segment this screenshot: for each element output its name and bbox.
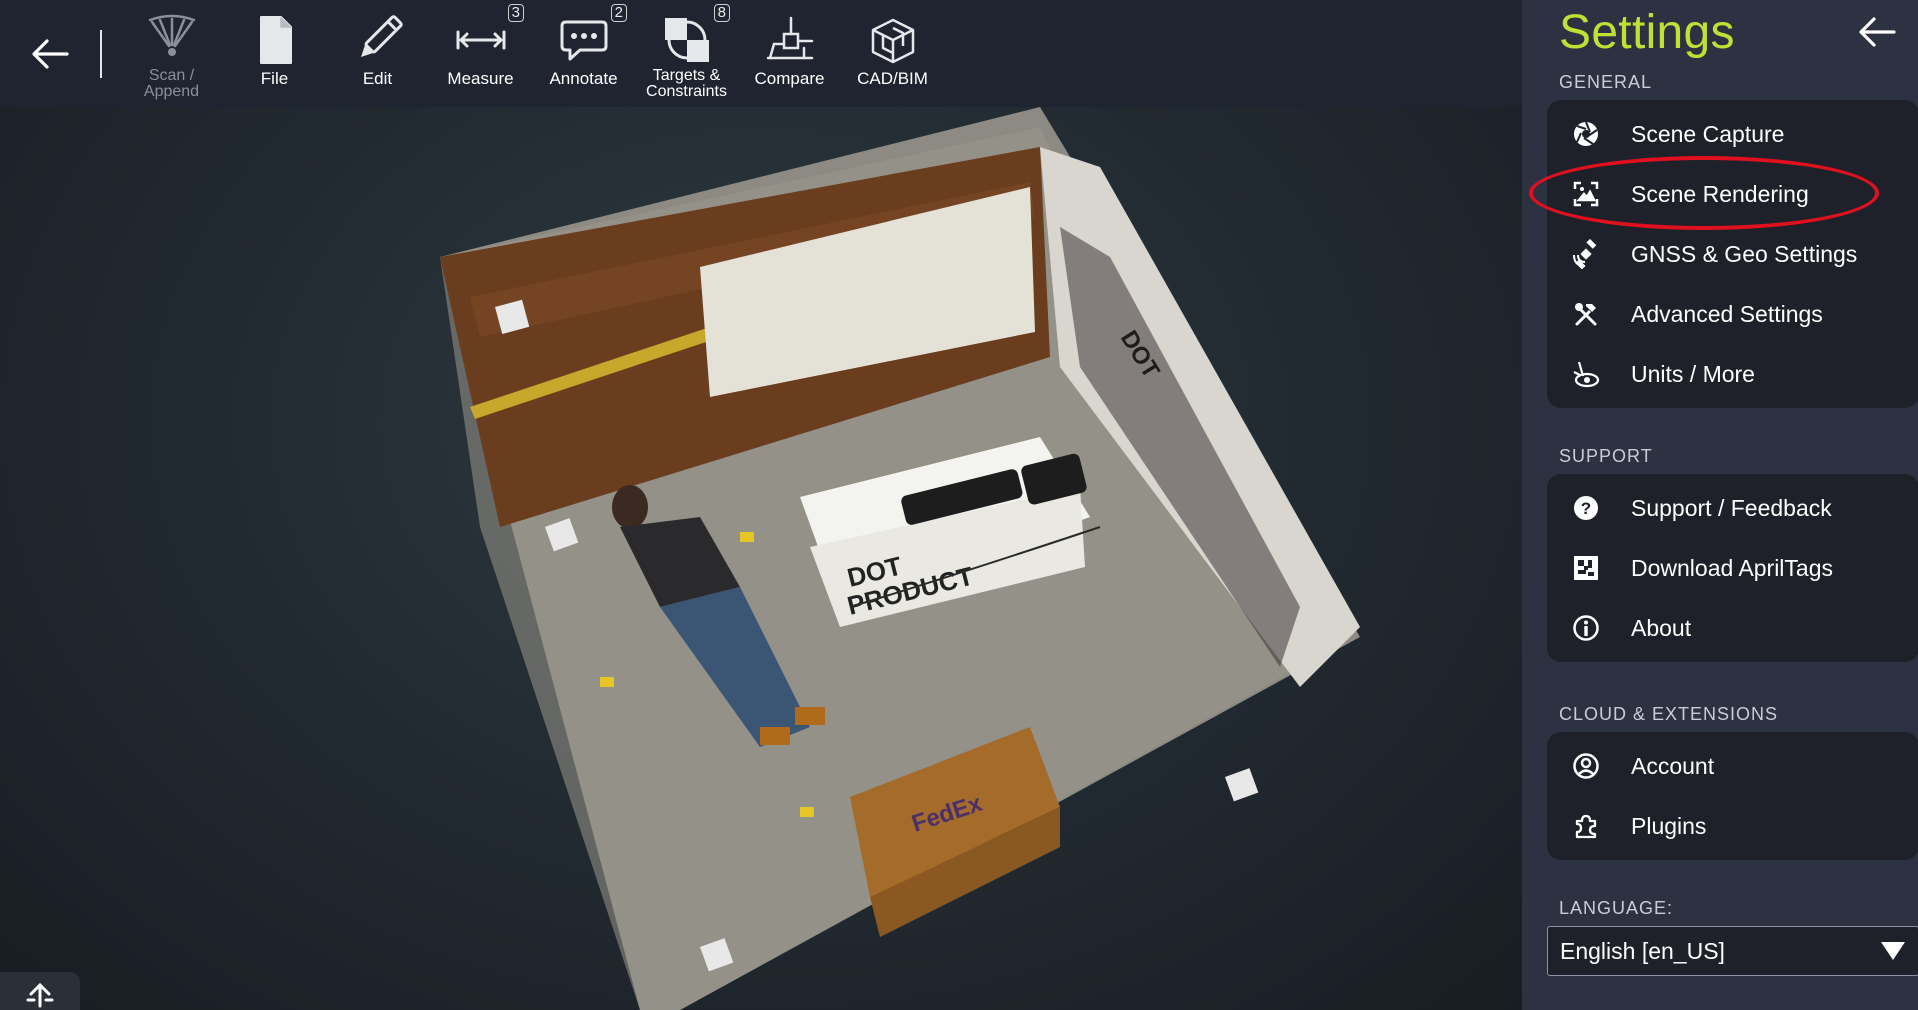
menu-item-label: About — [1631, 614, 1692, 641]
menu-item-label: Advanced Settings — [1631, 300, 1823, 327]
targets-count-badge: 8 — [713, 4, 730, 22]
measure-button[interactable]: 3 Measure — [429, 0, 532, 107]
settings-panel: Settings GENERAL Scene Capture Scene Ren… — [1522, 0, 1918, 1010]
support-group: ? Support / Feedback Download AprilTags … — [1547, 474, 1918, 662]
menu-item-label: Support / Feedback — [1631, 494, 1832, 521]
settings-title: Settings — [1559, 5, 1735, 59]
menu-item-plugins[interactable]: Plugins — [1547, 796, 1918, 856]
targets-constraints-button[interactable]: 8 Targets & Constraints — [635, 0, 738, 107]
menu-item-label: Units / More — [1631, 360, 1755, 387]
menu-item-label: Download AprilTags — [1631, 554, 1834, 581]
menu-item-label: GNSS & Geo Settings — [1631, 240, 1858, 267]
satellite-icon — [1569, 237, 1603, 271]
svg-text:?: ? — [1581, 499, 1591, 518]
compare-button[interactable]: Compare — [738, 0, 841, 107]
scan-append-label: Scan / Append — [143, 67, 200, 100]
menu-item-gnss-geo[interactable]: GNSS & Geo Settings — [1547, 224, 1918, 284]
scan-append-button[interactable]: Scan / Append — [120, 0, 223, 107]
image-frame-icon — [1569, 177, 1603, 211]
back-button[interactable] — [0, 0, 100, 107]
file-button[interactable]: File — [223, 0, 326, 107]
compare-label: Compare — [754, 69, 825, 88]
arrow-left-icon — [1859, 17, 1896, 47]
file-label: File — [260, 69, 289, 88]
viewport-menu-button[interactable] — [0, 972, 80, 1010]
units-icon — [1569, 357, 1603, 391]
menu-item-scene-rendering[interactable]: Scene Rendering — [1529, 156, 1918, 230]
compare-icon — [766, 16, 813, 60]
section-label-cloud: CLOUD & EXTENSIONS — [1559, 703, 1779, 724]
language-select[interactable]: English [en_US] — [1547, 926, 1918, 976]
annotate-icon — [560, 20, 607, 61]
upload-arrow-icon — [26, 982, 54, 1008]
menu-item-scene-capture[interactable]: Scene Capture — [1547, 104, 1918, 164]
settings-header: Settings — [1534, 0, 1906, 64]
menu-item-support-feedback[interactable]: ? Support / Feedback — [1547, 478, 1918, 538]
menu-item-label: Plugins — [1631, 812, 1707, 839]
tools-icon — [1569, 297, 1603, 331]
pencil-icon — [360, 15, 403, 57]
annotate-button[interactable]: 2 Annotate — [532, 0, 635, 107]
cad-bim-label: CAD/BIM — [857, 69, 928, 88]
edit-button[interactable]: Edit — [326, 0, 429, 107]
top-toolbar: Scan / Append File Edit 3 Measure 2 Anno… — [0, 0, 1522, 107]
account-icon — [1569, 749, 1603, 783]
annotate-count-badge: 2 — [610, 4, 627, 22]
arrow-left-icon — [32, 38, 69, 69]
language-value: English [en_US] — [1560, 937, 1725, 964]
measure-label: Measure — [447, 69, 514, 88]
measure-count-badge: 3 — [507, 4, 524, 22]
menu-item-units-more[interactable]: Units / More — [1547, 344, 1918, 404]
cad-bim-button[interactable]: CAD/BIM — [841, 0, 944, 107]
cad-bim-icon — [871, 18, 914, 64]
3d-viewport[interactable]: DOT DOT PRODUCT FedEx — [0, 107, 1522, 1010]
menu-item-label: Account — [1631, 752, 1715, 779]
puzzle-icon — [1569, 809, 1603, 843]
aperture-icon — [1569, 117, 1603, 151]
help-icon: ? — [1569, 491, 1603, 525]
apriltag-icon — [1569, 551, 1603, 585]
edit-label: Edit — [362, 69, 393, 88]
annotate-label: Annotate — [549, 69, 618, 88]
menu-item-label: Scene Capture — [1631, 120, 1785, 147]
menu-item-account[interactable]: Account — [1547, 736, 1918, 796]
measure-icon — [456, 30, 505, 50]
targets-icon — [664, 18, 709, 62]
info-icon — [1569, 611, 1603, 645]
menu-item-download-apriltags[interactable]: Download AprilTags — [1547, 538, 1918, 598]
menu-item-advanced-settings[interactable]: Advanced Settings — [1547, 284, 1918, 344]
general-group: Scene Capture Scene Rendering GNSS & Geo… — [1529, 100, 1918, 408]
cloud-group: Account Plugins — [1547, 732, 1918, 860]
close-settings-button[interactable] — [1852, 7, 1902, 57]
targets-constraints-label: Targets & Constraints — [646, 67, 727, 100]
menu-item-about[interactable]: About — [1547, 598, 1918, 658]
section-label-support: SUPPORT — [1559, 445, 1653, 466]
caret-down-icon — [1881, 942, 1905, 960]
section-label-language: LANGUAGE: — [1559, 897, 1674, 918]
file-icon — [259, 16, 292, 64]
toolbar-divider — [100, 29, 102, 78]
point-cloud-scene[interactable]: DOT DOT PRODUCT FedEx — [0, 107, 1522, 1010]
menu-item-label: Scene Rendering — [1631, 180, 1809, 207]
scan-icon — [148, 14, 195, 56]
section-label-general: GENERAL — [1559, 71, 1653, 92]
